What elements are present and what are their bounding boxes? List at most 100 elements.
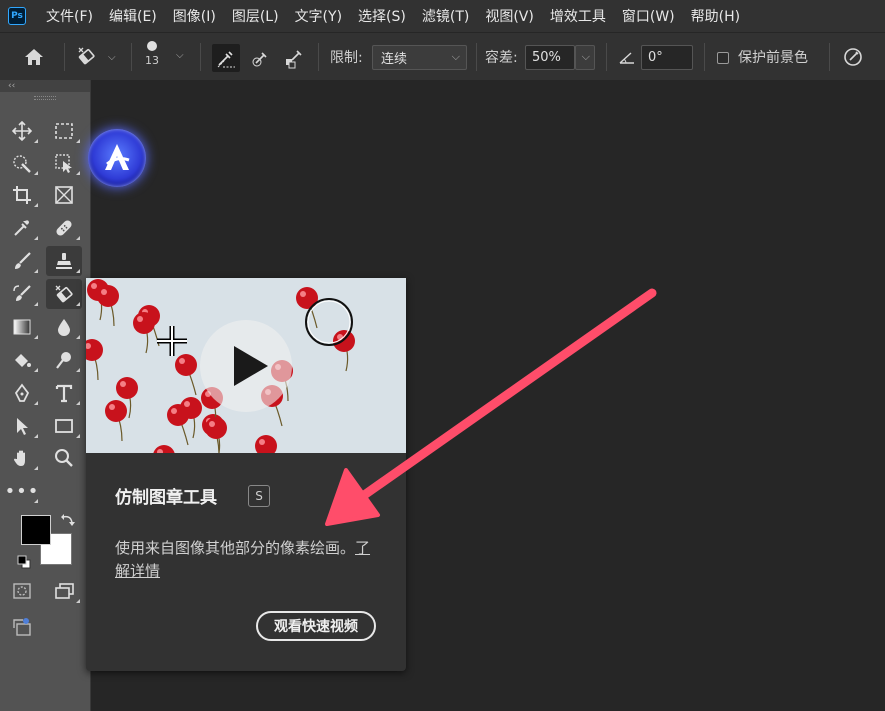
background-eraser-icon (78, 47, 95, 65)
type-icon (55, 384, 73, 403)
dodge-tool[interactable] (4, 345, 40, 375)
rectangle-tool[interactable] (46, 411, 82, 441)
menu-view[interactable]: 视图(V) (477, 0, 542, 32)
menu-edit[interactable]: 编辑(E) (101, 0, 165, 32)
eyedropper-tool[interactable] (4, 213, 40, 243)
foreground-color-swatch[interactable] (21, 515, 51, 545)
tooltip-title: 仿制图章工具 (115, 488, 217, 508)
cherry-highlight (259, 439, 265, 445)
cherry (205, 417, 227, 439)
sampling-once-button[interactable] (247, 44, 275, 72)
stamp-icon (56, 253, 72, 269)
menu-filter[interactable]: 滤镜(T) (414, 0, 477, 32)
edit-toolbar-button[interactable]: ••• (4, 476, 40, 506)
menu-layer[interactable]: 图层(L) (224, 0, 287, 32)
eyedropper-continuous-icon (217, 51, 235, 68)
crop-tool[interactable] (4, 180, 40, 210)
cherry-highlight (109, 404, 115, 410)
chevron-down-icon: ⌵ (451, 50, 460, 63)
tool-tip-card: 仿制图章工具 S 使用来自图像其他部分的像素绘画。了解详情 观看快速视频 (86, 278, 406, 671)
gradient-tool[interactable] (4, 312, 40, 342)
cherry-highlight (337, 334, 343, 340)
default-colors-icon[interactable] (17, 554, 31, 573)
background-eraser-icon (55, 285, 73, 303)
cherry (97, 285, 119, 307)
object-selection-icon (55, 154, 72, 173)
brush-icon (15, 252, 31, 269)
generative-layer-icon (13, 618, 31, 636)
tool-preview-video[interactable] (86, 278, 406, 453)
tolerance-input[interactable]: 50% (525, 45, 575, 70)
move-icon (11, 120, 33, 142)
menu-window[interactable]: 窗口(W) (614, 0, 683, 32)
menu-plugins[interactable]: 增效工具 (542, 0, 614, 32)
screen-mode-button[interactable] (46, 576, 82, 606)
move-tool[interactable] (4, 116, 40, 146)
crop-icon (13, 186, 31, 204)
photoshop-window: Ps 文件(F) 编辑(E) 图像(I) 图层(L) 文字(Y) 选择(S) 滤… (0, 0, 885, 711)
menu-image[interactable]: 图像(I) (165, 0, 224, 32)
paint-bucket-icon (15, 354, 31, 367)
limits-label: 限制: (330, 50, 363, 66)
quick-selection-tool[interactable] (4, 148, 40, 178)
shortcut-key-badge: S (248, 485, 270, 507)
home-button[interactable] (22, 33, 46, 81)
chevron-down-icon: ⌵ (108, 51, 116, 63)
zoom-tool[interactable] (46, 443, 82, 473)
menu-type[interactable]: 文字(Y) (287, 0, 350, 32)
floating-assistant-icon[interactable] (88, 129, 146, 187)
toolbox-collapse-button[interactable]: ‹‹ (0, 80, 90, 92)
object-selection-tool[interactable] (46, 148, 82, 178)
hand-icon (14, 450, 25, 466)
tool-preset-picker[interactable]: ⌵ (74, 33, 116, 81)
history-brush-tool[interactable] (4, 279, 40, 309)
type-tool[interactable] (46, 378, 82, 408)
protect-foreground-checkbox[interactable] (717, 52, 729, 64)
menu-select[interactable]: 选择(S) (350, 0, 414, 32)
pen-tool[interactable] (4, 378, 40, 408)
generative-fill-button[interactable] (4, 612, 40, 642)
eraser-tool[interactable] (46, 279, 82, 309)
path-selection-tool[interactable] (4, 411, 40, 441)
toolbox-grip[interactable] (34, 96, 56, 100)
menu-help[interactable]: 帮助(H) (683, 0, 748, 32)
drop-icon (58, 319, 70, 336)
cherry (296, 287, 318, 309)
healing-brush-tool[interactable] (46, 213, 82, 243)
watch-quick-video-button[interactable]: 观看快速视频 (256, 611, 376, 641)
limits-select[interactable]: 连续 ⌵ (372, 45, 467, 70)
dodge-icon (56, 352, 71, 369)
cherry (175, 354, 197, 376)
pressure-size-button[interactable] (842, 33, 864, 81)
frame-icon (55, 186, 73, 204)
swap-colors-icon[interactable] (60, 512, 76, 532)
cherry-highlight (300, 291, 306, 297)
clone-stamp-tool[interactable] (46, 246, 82, 276)
brush-tool[interactable] (4, 246, 40, 276)
cherry (133, 312, 155, 334)
home-icon (25, 49, 43, 65)
dodge-burn-tool[interactable] (46, 345, 82, 375)
menu-file[interactable]: 文件(F) (38, 0, 101, 32)
chevron-down-icon: ⌵ (581, 50, 590, 63)
toolbox-panel: ‹‹ ••• (0, 80, 91, 711)
tolerance-dropdown[interactable]: ⌵ (575, 45, 595, 70)
brush-size-picker[interactable]: 13 (145, 33, 159, 81)
marquee-tool[interactable] (46, 116, 82, 146)
hand-tool[interactable] (4, 443, 40, 473)
tolerance-label: 容差: (485, 50, 518, 66)
photoshop-logo-icon[interactable]: Ps (8, 7, 26, 25)
cherry-highlight (101, 289, 107, 295)
sampling-background-button[interactable] (280, 44, 308, 72)
chevron-down-icon[interactable]: ⌵ (176, 50, 184, 61)
angle-input[interactable]: 0° (641, 45, 693, 70)
cherry-highlight (184, 401, 190, 407)
tooltip-description: 使用来自图像其他部分的像素绘画。了解详情 (115, 537, 380, 583)
sampling-continuous-button[interactable] (212, 44, 240, 72)
blur-tool[interactable] (46, 312, 82, 342)
quick-mask-button[interactable] (4, 576, 40, 606)
angle-icon (618, 33, 636, 81)
frame-tool[interactable] (46, 180, 82, 210)
marquee-icon (55, 123, 73, 139)
cherry-highlight (171, 408, 177, 414)
